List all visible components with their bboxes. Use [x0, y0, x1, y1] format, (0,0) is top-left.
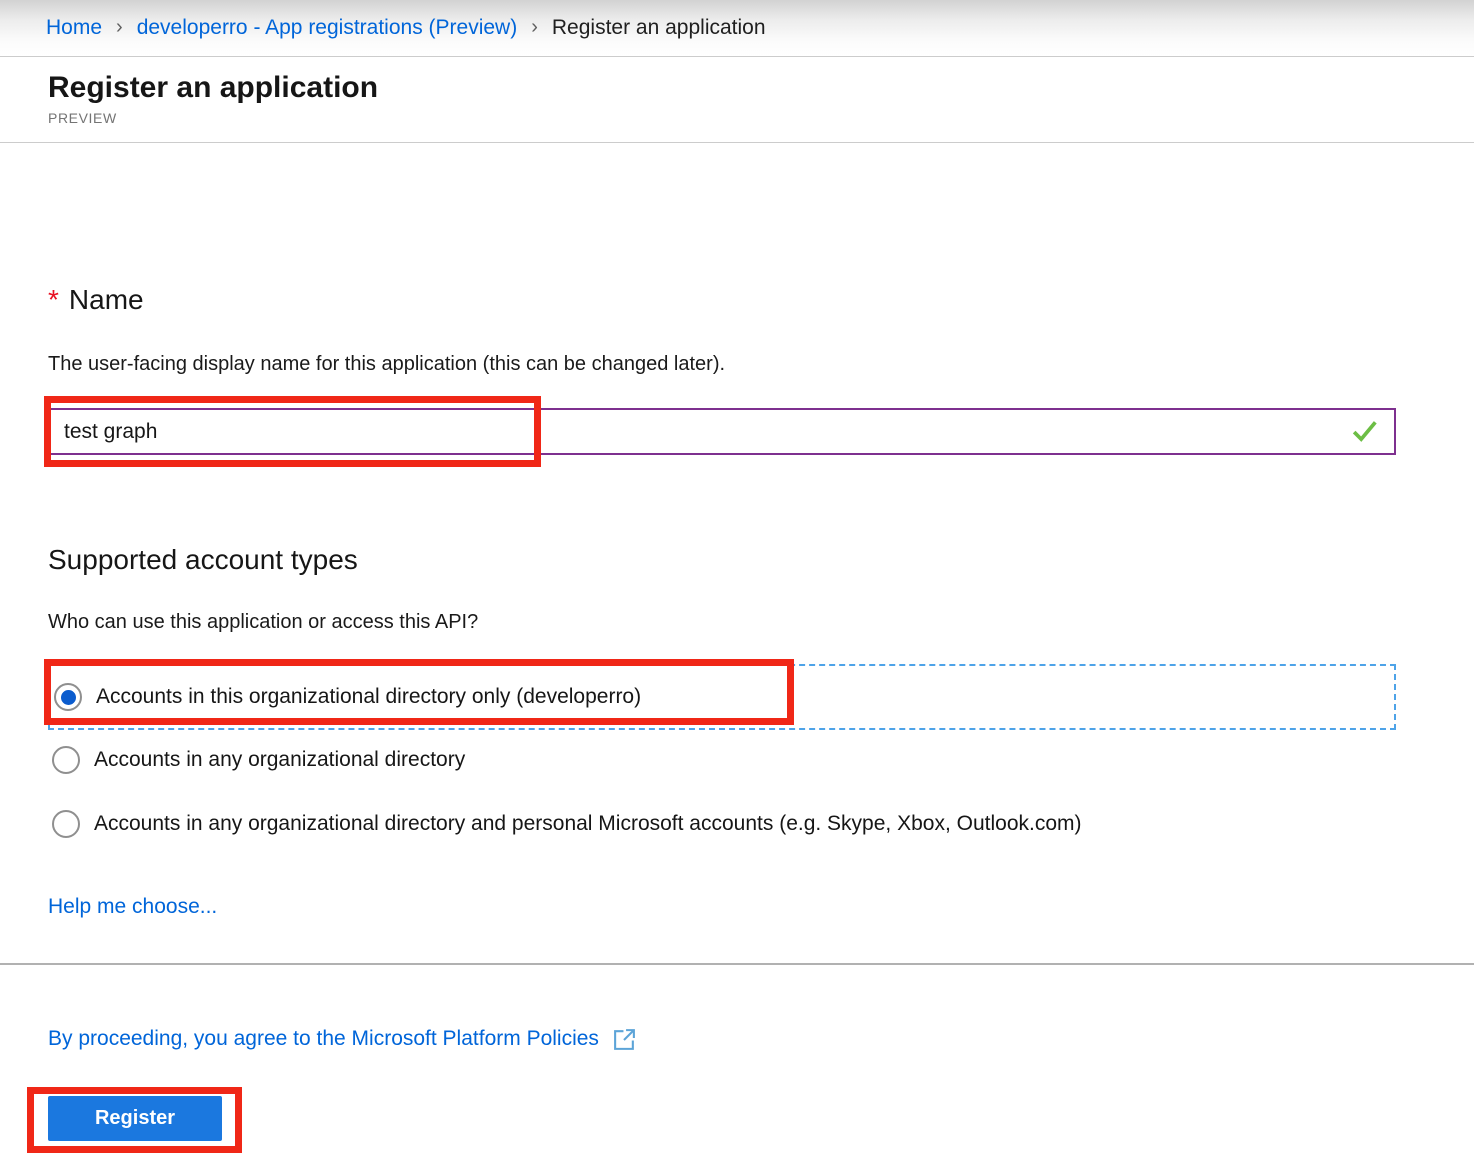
section-divider — [0, 963, 1474, 965]
help-me-choose-link[interactable]: Help me choose... — [48, 895, 217, 919]
name-description: The user-facing display name for this ap… — [48, 352, 1396, 376]
radio-button-icon[interactable] — [52, 746, 80, 774]
radio-option-label: Accounts in any organizational directory — [94, 747, 465, 773]
validation-check-icon — [1352, 418, 1378, 444]
radio-button-icon[interactable] — [52, 810, 80, 838]
page-header: Register an application PREVIEW — [0, 57, 1474, 143]
name-section-heading: * Name — [48, 283, 1396, 317]
radio-option-any-directory[interactable]: Accounts in any organizational directory — [48, 746, 1396, 774]
name-input-wrapper — [48, 408, 1396, 455]
breadcrumb-separator-icon: › — [531, 16, 538, 39]
breadcrumb-separator-icon: › — [116, 16, 123, 39]
required-asterisk: * — [48, 284, 59, 315]
selected-option-focus-outline: Accounts in this organizational director… — [48, 664, 1396, 730]
radio-option-label: Accounts in this organizational director… — [96, 684, 641, 710]
register-button[interactable]: Register — [48, 1096, 222, 1141]
page-title: Register an application — [48, 70, 1474, 106]
name-input[interactable] — [48, 408, 1396, 455]
external-link-icon — [612, 1027, 637, 1052]
breadcrumb-app-registrations-link[interactable]: developerro - App registrations (Preview… — [137, 16, 518, 40]
radio-option-label: Accounts in any organizational directory… — [94, 811, 1082, 837]
radio-option-this-directory[interactable]: Accounts in this organizational director… — [54, 683, 641, 711]
register-form: * Name The user-facing display name for t… — [0, 283, 1474, 1141]
account-types-heading: Supported account types — [48, 543, 1396, 577]
radio-button-icon[interactable] — [54, 683, 82, 711]
account-types-question: Who can use this application or access t… — [48, 610, 1396, 634]
name-heading-label: Name — [69, 284, 144, 315]
breadcrumb: Home › developerro - App registrations (… — [0, 0, 1474, 57]
policy-line: By proceeding, you agree to the Microsof… — [48, 1026, 637, 1051]
breadcrumb-home-link[interactable]: Home — [46, 16, 102, 40]
preview-badge: PREVIEW — [48, 110, 1474, 126]
platform-policies-link[interactable]: By proceeding, you agree to the Microsof… — [48, 1027, 599, 1051]
radio-option-any-directory-and-personal[interactable]: Accounts in any organizational directory… — [48, 810, 1396, 838]
breadcrumb-current-page: Register an application — [552, 16, 766, 40]
